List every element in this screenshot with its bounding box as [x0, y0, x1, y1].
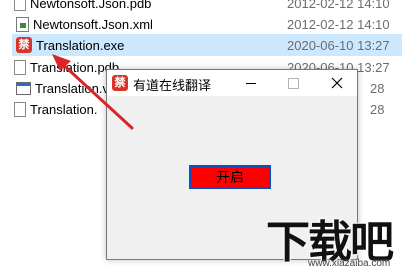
dialog-titlebar[interactable]: 禁 有道在线翻译: [107, 70, 357, 96]
file-name: Translation.exe: [36, 37, 125, 53]
minimize-icon: [246, 82, 256, 84]
site-watermark: 下载吧 www.xiazaiba.com: [266, 206, 402, 272]
file-row-newtonsoft-pdb[interactable]: Newtonsoft.Json.pdb 2012-02-12 14:10: [12, 0, 402, 14]
app-icon: 禁: [112, 75, 128, 91]
file-row-newtonsoft-xml[interactable]: Newtonsoft.Json.xml 2012-02-12 14:10: [12, 13, 402, 35]
file-date: 28: [370, 80, 385, 96]
maximize-button[interactable]: [273, 70, 313, 96]
maximize-icon: [287, 77, 299, 89]
close-button[interactable]: [317, 70, 357, 96]
file-date: 2012-02-12 14:10: [287, 16, 390, 32]
document-icon: [14, 101, 26, 117]
file-date: 2020-06-10 13:27: [287, 37, 390, 53]
file-name: Newtonsoft.Json.pdb: [30, 0, 152, 11]
file-date: 28: [370, 101, 385, 117]
config-file-icon: [16, 81, 31, 95]
watermark-url: www.xiazaiba.com: [308, 258, 391, 269]
document-icon: [14, 0, 26, 11]
translation-app-icon: 禁: [16, 37, 32, 53]
xml-file-icon: [16, 16, 29, 32]
start-button[interactable]: 开启: [189, 165, 271, 189]
close-icon: [331, 77, 343, 89]
dialog-title: 有道在线翻译: [133, 78, 212, 93]
file-date: 2012-02-12 14:10: [287, 0, 390, 11]
document-icon: [14, 59, 26, 75]
file-name: Newtonsoft.Json.xml: [33, 16, 153, 32]
minimize-button[interactable]: [231, 70, 271, 96]
file-row-translation-exe[interactable]: 禁 Translation.exe 2020-06-10 13:27: [12, 34, 402, 56]
